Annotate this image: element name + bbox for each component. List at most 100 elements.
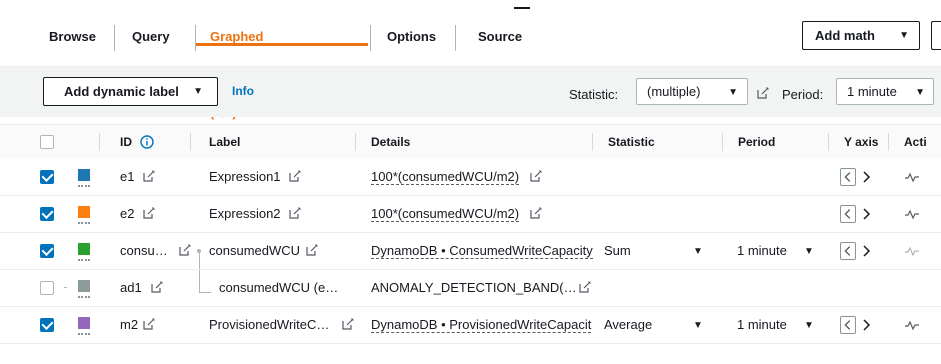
tree-connector <box>199 270 200 292</box>
edit-icon[interactable] <box>179 244 191 256</box>
row-details[interactable]: 100*(consumedWCU/m2) <box>371 207 520 222</box>
add-math-button[interactable]: Add math ▼ <box>802 21 920 50</box>
sparkline-icon[interactable] <box>905 171 919 183</box>
column-divider <box>99 133 100 151</box>
tree-branch <box>199 292 211 293</box>
caret-down-icon[interactable]: ▼ <box>804 246 814 257</box>
edit-icon[interactable] <box>342 318 354 330</box>
row-id: e1 <box>120 169 135 184</box>
statistic-select[interactable]: (multiple) ▼ <box>636 78 748 105</box>
drag-handle[interactable] <box>514 7 530 9</box>
info-link[interactable]: Info <box>232 84 254 98</box>
row-label: consumedWCU <box>209 243 301 258</box>
column-divider <box>722 133 723 151</box>
edit-icon[interactable] <box>757 87 769 99</box>
row-checkbox[interactable] <box>40 281 54 295</box>
chevron-right-icon[interactable] <box>861 205 873 223</box>
caret-down-icon[interactable]: ▼ <box>693 246 703 257</box>
edit-icon[interactable] <box>306 244 318 256</box>
tree-connector <box>199 251 200 269</box>
column-header-period[interactable]: Period <box>738 125 775 159</box>
series-color-swatch[interactable] <box>78 280 90 292</box>
table-row: consu… consumedWCU DynamoDB • ConsumedWr… <box>0 233 941 270</box>
tab-query[interactable]: Query <box>132 18 170 56</box>
row-checkbox[interactable] <box>40 170 54 184</box>
sparkline-icon[interactable] <box>905 245 919 257</box>
edit-icon[interactable] <box>530 170 542 182</box>
row-details: ANOMALY_DETECTION_BAND(… <box>371 280 577 295</box>
tab-divider <box>114 25 115 51</box>
row-details[interactable]: 100*(consumedWCU/m2) <box>371 170 520 185</box>
column-header-y-axis[interactable]: Y axis <box>844 125 878 159</box>
caret-down-icon[interactable]: ▼ <box>693 320 703 331</box>
select-all-checkbox[interactable] <box>40 135 54 149</box>
tab-source[interactable]: Source <box>478 18 522 56</box>
row-id: consu… <box>120 243 168 258</box>
series-color-swatch[interactable] <box>78 317 90 329</box>
overflow-button[interactable] <box>931 21 941 50</box>
column-header-id[interactable]: ID <box>120 125 132 159</box>
row-id: m2 <box>120 317 139 332</box>
tree-dash <box>64 287 67 288</box>
chevron-left-icon[interactable] <box>840 205 856 223</box>
column-header-label[interactable]: Label <box>209 125 240 159</box>
add-dynamic-label-button[interactable]: Add dynamic label ▼ <box>43 77 218 106</box>
tab-browse[interactable]: Browse <box>49 18 96 56</box>
chevron-left-icon[interactable] <box>840 242 856 260</box>
column-divider <box>355 133 356 151</box>
series-color-swatch[interactable] <box>78 243 90 255</box>
sparkline-icon[interactable] <box>905 208 919 220</box>
tab-divider <box>370 25 371 51</box>
row-label: Expression1 <box>209 169 281 184</box>
row-checkbox[interactable] <box>40 244 54 258</box>
table-row: e2 Expression2 100*(consumedWCU/m2) <box>0 196 941 233</box>
tab-options[interactable]: Options <box>387 18 436 56</box>
row-details[interactable]: DynamoDB • ConsumedWriteCapacity <box>371 244 593 259</box>
column-header-details[interactable]: Details <box>371 125 410 159</box>
info-circle-icon[interactable] <box>140 135 154 149</box>
edit-icon[interactable] <box>151 281 163 293</box>
chevron-left-icon[interactable] <box>840 168 856 186</box>
edit-icon[interactable] <box>143 318 155 330</box>
swatch-dots <box>78 220 90 224</box>
period-select[interactable]: 1 minute ▼ <box>836 78 934 105</box>
sparkline-icon[interactable] <box>905 319 919 331</box>
edit-icon[interactable] <box>289 207 301 219</box>
metrics-toolbar: Add dynamic label ▼ Info Statistic: (mul… <box>0 66 941 117</box>
caret-down-icon[interactable]: ▼ <box>804 320 814 331</box>
id-header-text: ID <box>120 135 132 149</box>
column-header-actions[interactable]: Acti <box>904 125 927 159</box>
row-details[interactable]: DynamoDB • ProvisionedWriteCapacit <box>371 318 592 333</box>
chevron-right-icon[interactable] <box>861 316 873 334</box>
row-statistic[interactable]: Sum <box>604 233 631 269</box>
period-label: Period: <box>782 87 824 102</box>
swatch-dots <box>78 294 90 298</box>
edit-icon[interactable] <box>579 281 591 293</box>
caret-down-icon: ▼ <box>899 30 909 41</box>
column-divider <box>592 133 593 151</box>
row-checkbox[interactable] <box>40 207 54 221</box>
tab-divider <box>195 25 196 51</box>
table-header: ID Label Details Statistic Period Y axis… <box>0 124 941 160</box>
row-statistic[interactable]: Average <box>604 307 652 343</box>
edit-icon[interactable] <box>530 207 542 219</box>
row-period[interactable]: 1 minute <box>737 233 787 269</box>
row-checkbox[interactable] <box>40 318 54 332</box>
series-color-swatch[interactable] <box>78 169 90 181</box>
chevron-left-icon[interactable] <box>840 316 856 334</box>
row-id: ad1 <box>120 280 142 295</box>
tab-graphed-metrics[interactable]: Graphed metrics (4/5) <box>210 18 263 120</box>
row-period[interactable]: 1 minute <box>737 307 787 343</box>
statistic-label: Statistic: <box>569 87 619 102</box>
series-color-swatch[interactable] <box>78 206 90 218</box>
column-divider <box>888 133 889 151</box>
edit-icon[interactable] <box>143 207 155 219</box>
row-id: e2 <box>120 206 135 221</box>
edit-icon[interactable] <box>143 170 155 182</box>
column-header-statistic[interactable]: Statistic <box>608 125 655 159</box>
column-divider <box>190 133 191 151</box>
chevron-right-icon[interactable] <box>861 168 873 186</box>
caret-down-icon: ▼ <box>728 87 738 98</box>
chevron-right-icon[interactable] <box>861 242 873 260</box>
edit-icon[interactable] <box>289 170 301 182</box>
